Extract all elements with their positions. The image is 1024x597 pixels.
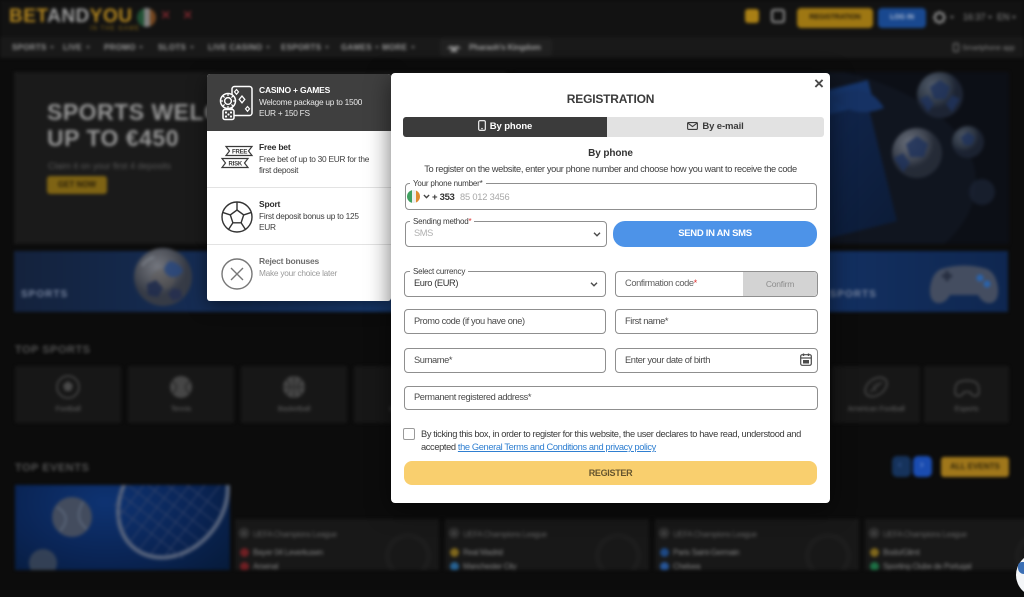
svg-text:RISK: RISK <box>229 161 243 167</box>
svg-text:FREE: FREE <box>232 149 247 155</box>
